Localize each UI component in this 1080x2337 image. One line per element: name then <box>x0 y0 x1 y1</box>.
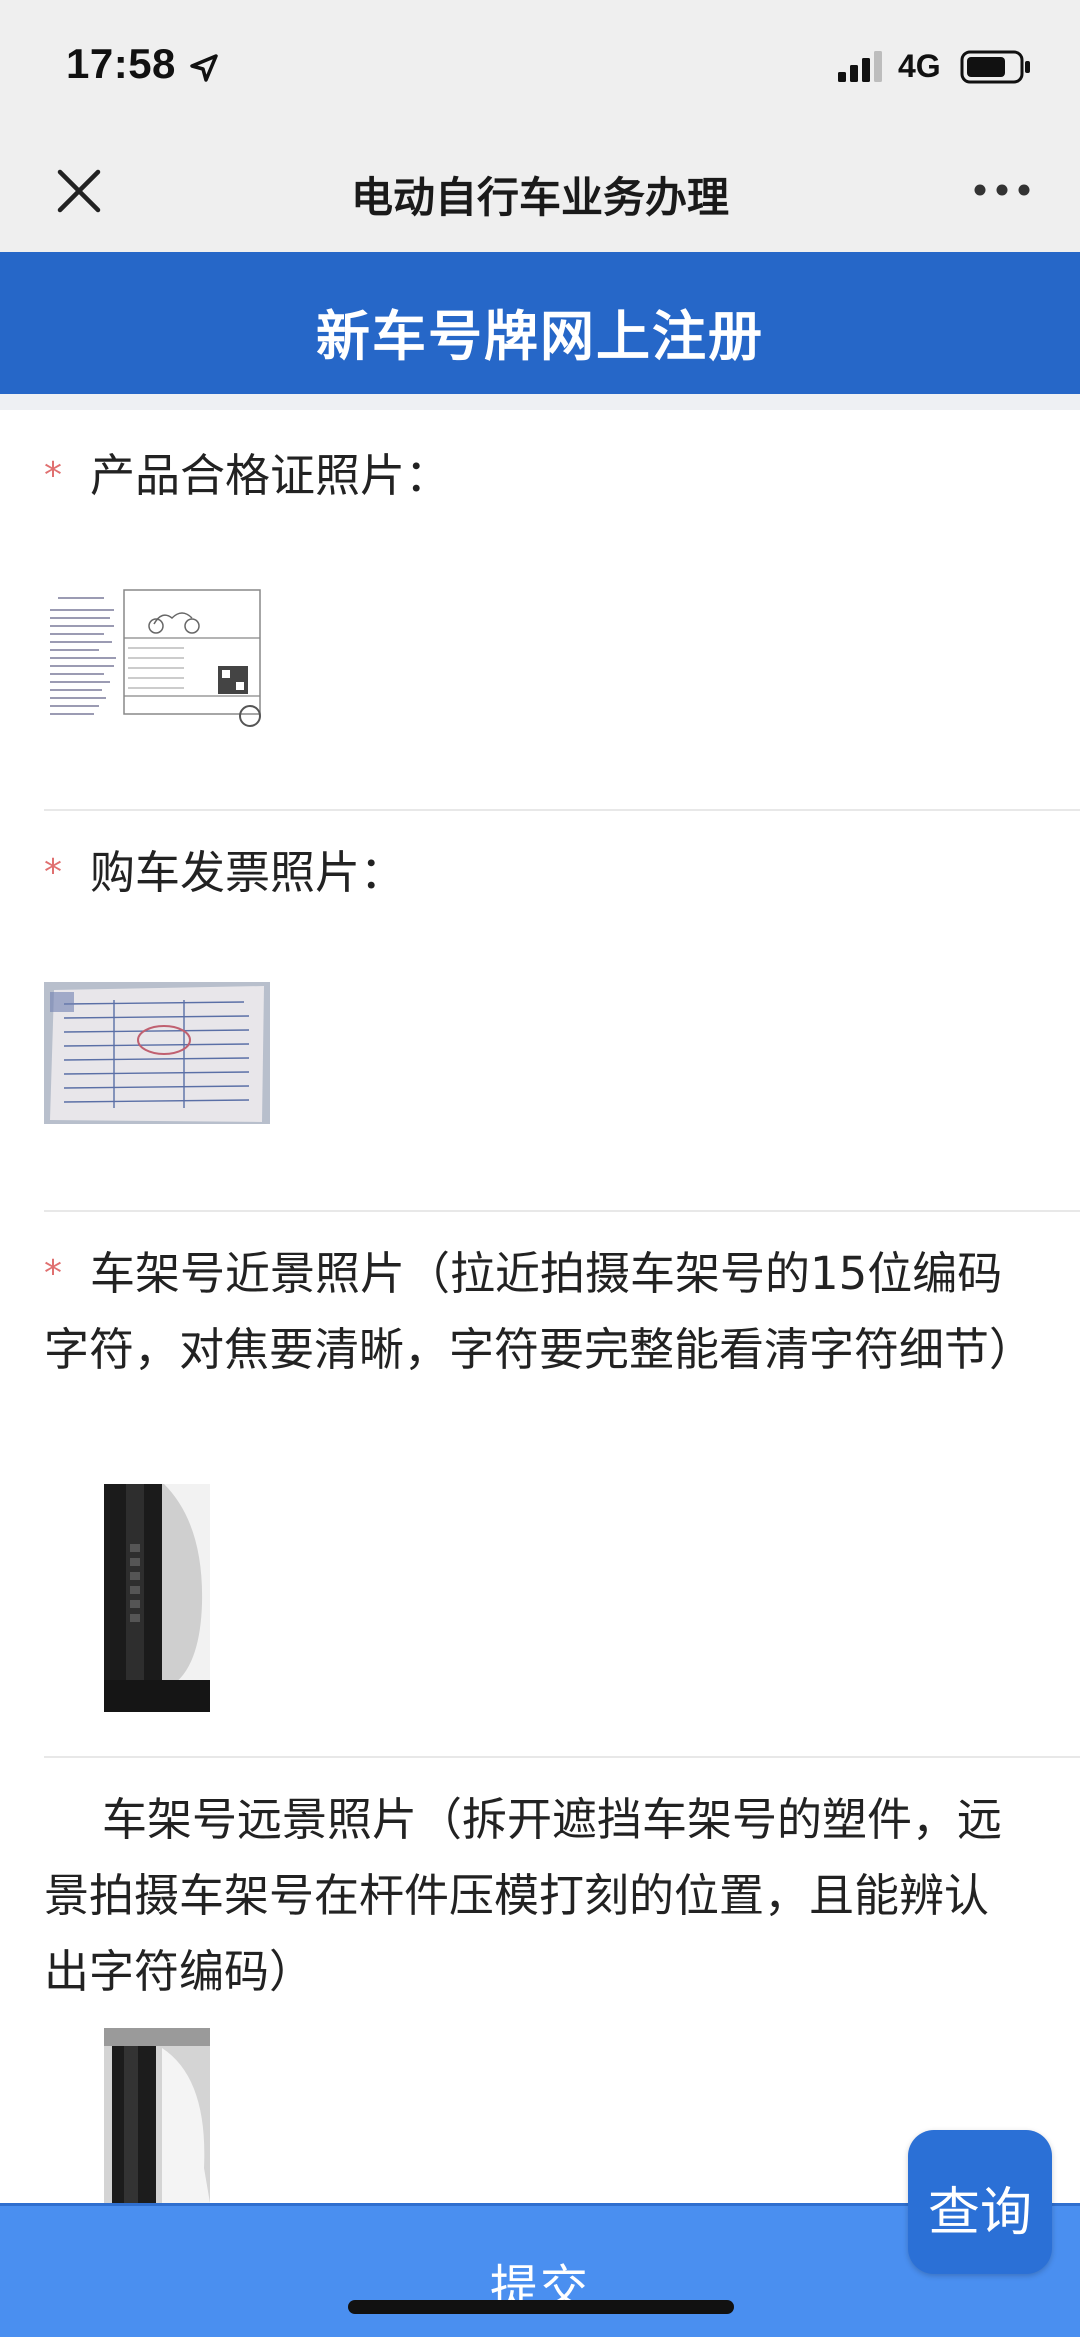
home-indicator <box>348 2300 734 2314</box>
nav-bar: 电动自行车业务办理 <box>0 140 1080 252</box>
network-label: 4G <box>898 48 941 84</box>
frame-near-photo-image <box>104 1484 210 1712</box>
frame-far-label-text: 车架号远景照片（拆开遮挡车架号的塑件，远景拍摄车架号在杆件压模打刻的位置，且能辨… <box>44 1793 1003 1998</box>
status-bar: 17:58 4G <box>0 0 1080 140</box>
required-star: * <box>44 455 62 496</box>
page-title: 新车号牌网上注册 <box>316 305 764 368</box>
frame-far-photo-image <box>104 2028 210 2203</box>
invoice-label-text: 购车发票照片： <box>90 846 406 899</box>
invoice-photo[interactable] <box>44 982 270 1124</box>
nav-title: 电动自行车业务办理 <box>350 173 729 222</box>
frame-far-label: 车架号远景照片（拆开遮挡车架号的塑件，远景拍摄车架号在杆件压模打刻的位置，且能辨… <box>44 1782 1024 2010</box>
query-label: 查询 <box>927 2183 1032 2243</box>
more-icon[interactable] <box>972 170 1032 210</box>
certificate-label-text: 产品合格证照片： <box>90 449 451 502</box>
divider <box>44 1210 1080 1212</box>
status-time: 17:58 <box>66 40 176 87</box>
divider <box>44 809 1080 811</box>
certificate-photo[interactable] <box>44 578 266 730</box>
required-star: * <box>44 852 62 893</box>
battery-icon <box>960 50 1030 84</box>
frame-near-label-text: 车架号近景照片（拉近拍摄车架号的15位编码字符，对焦要清晰，字符要完整能看清字符… <box>44 1247 1035 1376</box>
page-header: 新车号牌网上注册 <box>0 252 1080 394</box>
header-gap <box>0 394 1080 410</box>
frame-near-photo[interactable] <box>104 1484 210 1712</box>
certificate-photo-image <box>44 578 266 730</box>
frame-near-label: * 车架号近景照片（拉近拍摄车架号的15位编码字符，对焦要清晰，字符要完整能看清字… <box>44 1236 1034 1388</box>
signal-icon <box>838 51 882 82</box>
invoice-label: * 购车发票照片： <box>44 835 1024 911</box>
location-arrow-icon <box>190 54 218 82</box>
frame-far-photo[interactable] <box>104 2028 210 2203</box>
certificate-label: * 产品合格证照片： <box>44 438 1024 514</box>
query-button[interactable]: 查询 <box>908 2130 1052 2274</box>
required-star: * <box>44 1253 62 1294</box>
close-icon[interactable] <box>50 162 108 220</box>
divider <box>44 1756 1080 1758</box>
invoice-photo-image <box>44 982 270 1124</box>
